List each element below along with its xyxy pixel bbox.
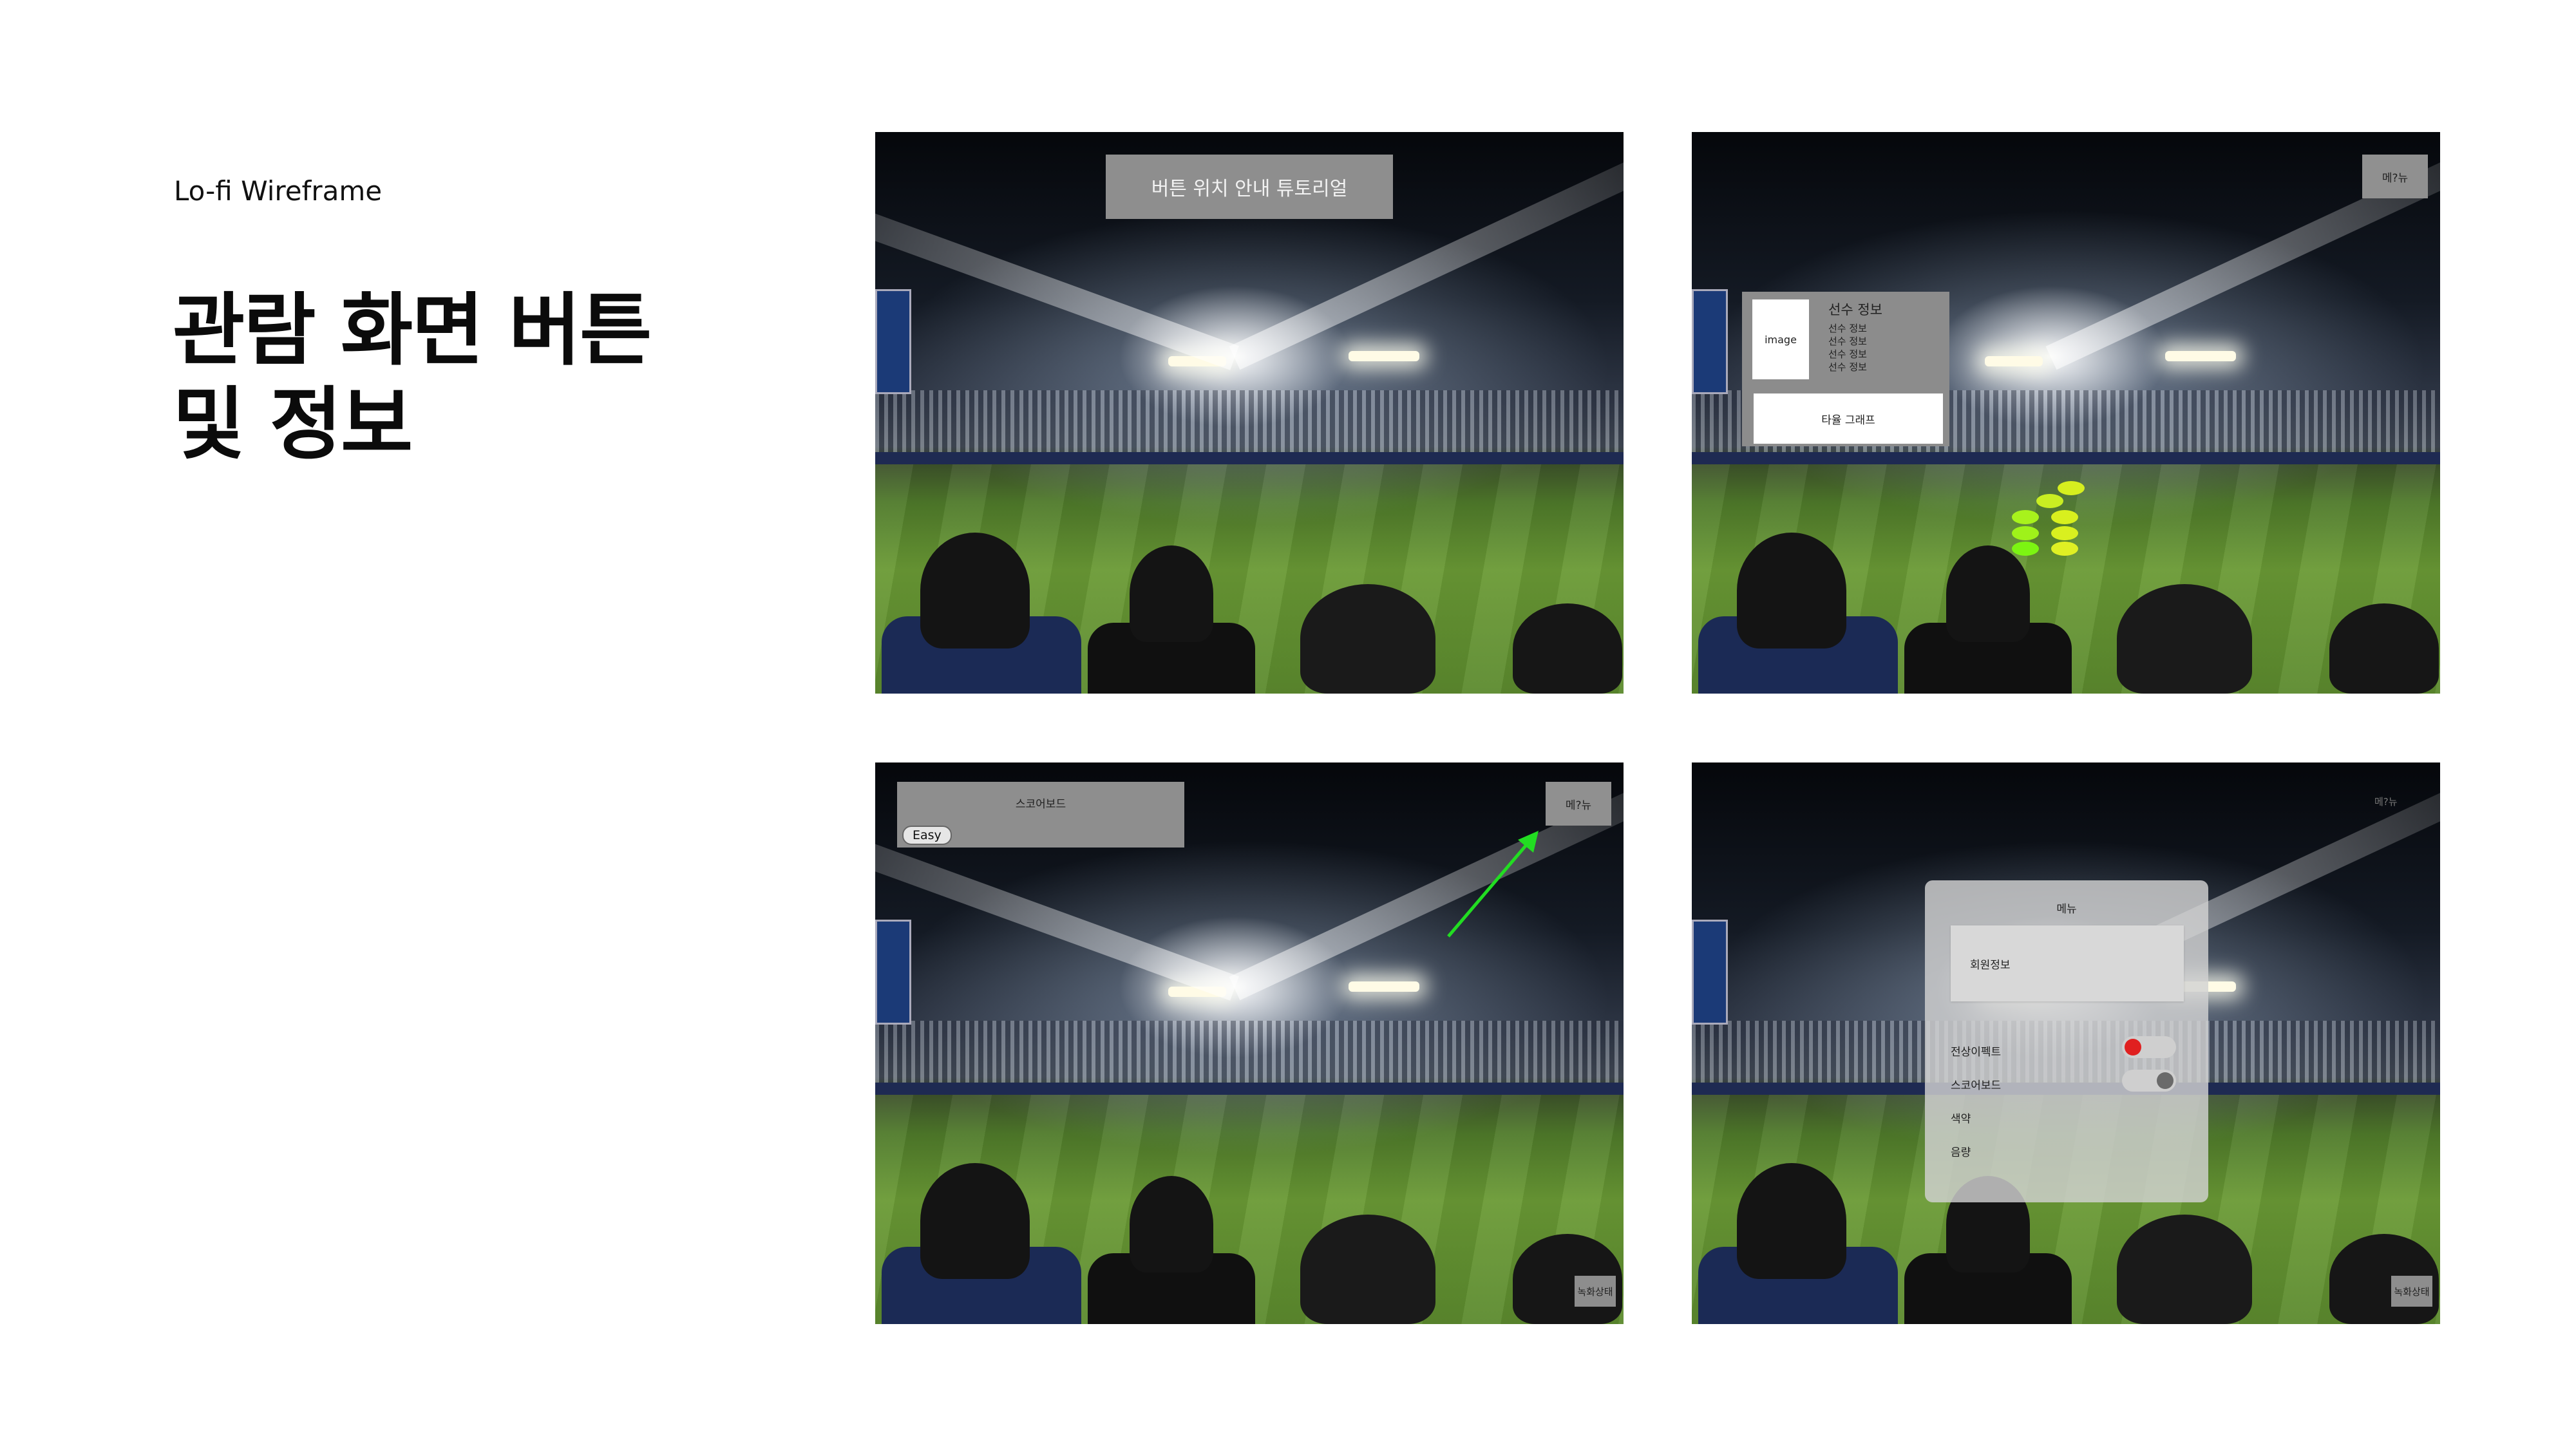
outfield-wall [875, 452, 1624, 465]
stadium-light [1349, 351, 1419, 361]
menu-button[interactable]: 메?뉴 [2374, 795, 2398, 808]
menu-row-label: 전상이펙트 [1951, 1046, 2002, 1059]
page-title: 관람 화면 버튼 및 정보 [173, 283, 652, 471]
page-title-line1: 관람 화면 버튼 [173, 285, 652, 376]
toggle-knob [2125, 1039, 2141, 1056]
player-marker-dot[interactable] [2051, 542, 2078, 556]
scoreboard-panel[interactable]: 스코어보드 Easy [897, 782, 1184, 848]
screen-player-info: 메?뉴 image 선수 정보 선수 정보 선수 정보 선수 정보 선수 정보 … [1692, 132, 2440, 694]
player-marker-dot[interactable] [2036, 494, 2063, 508]
player-info-card: image 선수 정보 선수 정보 선수 정보 선수 정보 선수 정보 타율 그… [1742, 292, 1949, 446]
tutorial-banner[interactable]: 버튼 위치 안내 튜토리얼 [1106, 155, 1393, 219]
player-image-placeholder: image [1752, 299, 1809, 379]
stadium-light [1985, 356, 2043, 366]
crowd [875, 1163, 1624, 1324]
crowd [875, 533, 1624, 694]
player-marker-dot[interactable] [2012, 542, 2039, 556]
screen-scoreboard: 스코어보드 Easy 메?뉴 녹화상태 [875, 762, 1624, 1324]
record-status-button[interactable]: 녹화상태 [1575, 1276, 1616, 1307]
player-info-line: 선수 정보 [1828, 323, 1867, 334]
stadium-scoreboard [1692, 289, 1728, 395]
scoreboard-title: 스코어보드 [1015, 798, 1066, 811]
player-marker-dot[interactable] [2051, 526, 2078, 540]
stadium-scoreboard [875, 289, 911, 395]
player-info-title: 선수 정보 [1828, 302, 1882, 317]
player-info-line: 선수 정보 [1828, 348, 1867, 360]
player-marker-dot[interactable] [2051, 510, 2078, 524]
menu-row-label[interactable]: 색약 [1951, 1110, 1971, 1126]
member-info-button[interactable]: 회원정보 [1951, 925, 2184, 1001]
scoreboard-toggle[interactable] [2122, 1070, 2176, 1092]
stadium-light [2165, 351, 2236, 361]
crowd [1692, 533, 2440, 694]
player-marker-dot[interactable] [2012, 510, 2039, 524]
screen-menu: 메?뉴 메뉴 회원정보 전상이펙트 스코어보드 색약 음량 녹화상태 [1692, 762, 2440, 1324]
record-status-button[interactable]: 녹화상태 [2391, 1276, 2432, 1307]
outfield-wall [1692, 452, 2440, 465]
toggle-knob [2157, 1072, 2174, 1089]
arrow-icon [1447, 831, 1539, 938]
stadium-scoreboard [1692, 920, 1728, 1025]
eyebrow-label: Lo-fi Wireframe [174, 175, 383, 207]
page-title-line2: 및 정보 [173, 379, 413, 470]
player-marker-dot[interactable] [2012, 526, 2039, 540]
menu-button[interactable]: 메?뉴 [1546, 782, 1611, 826]
batting-average-graph-button[interactable]: 타율 그래프 [1754, 393, 1943, 444]
stadium-light [1349, 981, 1419, 992]
menu-row-label: 스코어보드 [1951, 1079, 2002, 1092]
stadium-stands [875, 1021, 1624, 1088]
player-marker-dot[interactable] [2058, 481, 2085, 495]
stadium-scoreboard [875, 920, 911, 1025]
player-info-line: 선수 정보 [1828, 361, 1867, 373]
menu-row-label[interactable]: 음량 [1951, 1143, 1971, 1159]
player-info-line: 선수 정보 [1828, 336, 1867, 347]
outfield-wall [875, 1083, 1624, 1095]
stadium-stands [875, 390, 1624, 458]
menu-panel: 메뉴 회원정보 전상이펙트 스코어보드 색약 음량 [1925, 880, 2208, 1202]
menu-title: 메뉴 [2056, 903, 2077, 916]
screen-tutorial: 버튼 위치 안내 튜토리얼 [875, 132, 1624, 694]
easy-mode-badge[interactable]: Easy [902, 826, 952, 845]
effect-toggle[interactable] [2122, 1036, 2176, 1058]
menu-button[interactable]: 메?뉴 [2362, 155, 2428, 198]
